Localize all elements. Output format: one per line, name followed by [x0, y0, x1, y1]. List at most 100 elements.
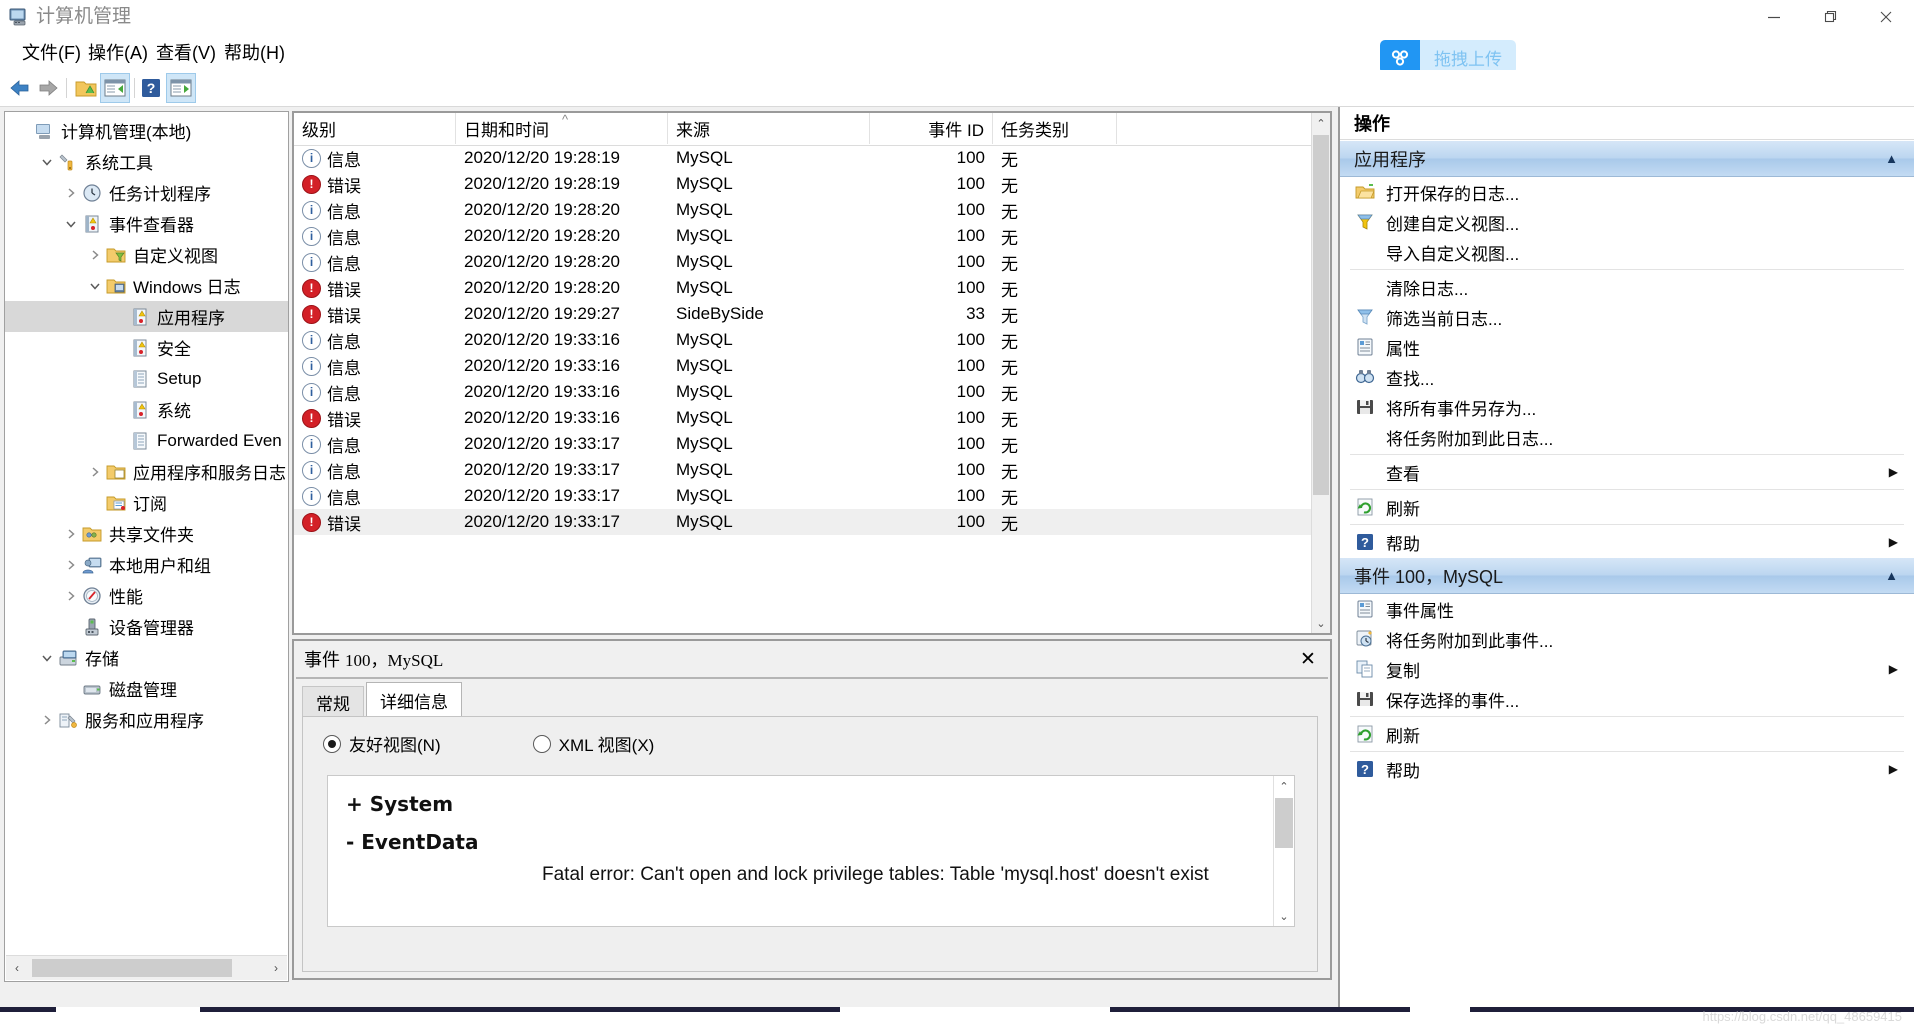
radio-xml-view[interactable]: XML 视图(X) [532, 731, 654, 756]
action-item-0-9[interactable]: 查看 ▶ [1340, 457, 1914, 487]
tree-node-13[interactable]: 共享文件夹 [5, 518, 288, 549]
minimize-button[interactable] [1746, 0, 1802, 34]
detail-close-button[interactable]: ✕ [1296, 647, 1320, 671]
action-item-0-4[interactable]: 筛选当前日志... [1340, 302, 1914, 332]
action-item-1-2[interactable]: 复制 ▶ [1340, 654, 1914, 684]
tree-node-15[interactable]: 性能 [5, 580, 288, 611]
chevron-right-icon[interactable] [61, 528, 81, 540]
table-row[interactable]: i 信息 2020/12/20 19:28:19 MySQL 100 无 [294, 145, 1316, 171]
action-item-1-1[interactable]: 将任务附加到此事件... [1340, 624, 1914, 654]
table-row[interactable]: i 信息 2020/12/20 19:33:17 MySQL 100 无 [294, 483, 1316, 509]
table-row[interactable]: ! 错误 2020/12/20 19:33:16 MySQL 100 无 [294, 405, 1316, 431]
xml-scroll-thumb[interactable] [1275, 798, 1293, 848]
close-button[interactable] [1858, 0, 1914, 34]
chevron-right-icon[interactable] [85, 466, 105, 478]
column-header-1[interactable]: 日期和时间 ^ [456, 113, 668, 144]
chevron-right-icon[interactable] [61, 590, 81, 602]
show-hide-console-tree-button[interactable] [100, 73, 130, 103]
xml-node-eventdata[interactable]: - EventData [346, 830, 478, 854]
xml-scroll-down-button[interactable]: ⌄ [1274, 906, 1294, 926]
table-row[interactable]: ! 错误 2020/12/20 19:28:20 MySQL 100 无 [294, 275, 1316, 301]
table-row[interactable]: i 信息 2020/12/20 19:28:20 MySQL 100 无 [294, 197, 1316, 223]
tree-node-2[interactable]: 任务计划程序 [5, 177, 288, 208]
table-row[interactable]: i 信息 2020/12/20 19:28:20 MySQL 100 无 [294, 249, 1316, 275]
tree-node-16[interactable]: 设备管理器 [5, 611, 288, 642]
tree-node-14[interactable]: 本地用户和组 [5, 549, 288, 580]
tree-node-3[interactable]: 事件查看器 [5, 208, 288, 239]
action-item-1-0[interactable]: 事件属性 [1340, 594, 1914, 624]
xml-scroll-up-button[interactable]: ⌃ [1274, 776, 1294, 796]
forward-button[interactable] [34, 73, 62, 103]
maximize-button[interactable] [1802, 0, 1858, 34]
show-hide-action-pane-button[interactable] [166, 73, 196, 103]
up-folder-button[interactable] [72, 73, 100, 103]
action-item-0-1[interactable]: 创建自定义视图... [1340, 207, 1914, 237]
tree-node-10[interactable]: Forwarded Even [5, 425, 288, 456]
tree-node-8[interactable]: Setup [5, 363, 288, 394]
xml-node-system[interactable]: + System [346, 792, 453, 816]
tree-node-12[interactable]: 订阅 [5, 487, 288, 518]
tree-scroll-left-button[interactable]: ‹ [6, 956, 28, 980]
actions-group-header-0[interactable]: 应用程序 ▲ [1340, 140, 1914, 177]
tree-node-4[interactable]: 自定义视图 [5, 239, 288, 270]
chevron-right-icon[interactable] [61, 559, 81, 571]
event-list-vertical-scrollbar[interactable]: ⌃ ⌄ [1311, 113, 1330, 633]
back-button[interactable] [6, 73, 34, 103]
table-row[interactable]: i 信息 2020/12/20 19:33:17 MySQL 100 无 [294, 431, 1316, 457]
table-row[interactable]: ! 错误 2020/12/20 19:28:19 MySQL 100 无 [294, 171, 1316, 197]
column-header-4[interactable]: 任务类别 [993, 113, 1117, 144]
action-item-0-11[interactable]: ? 帮助 ▶ [1340, 527, 1914, 557]
help-button[interactable]: ? [138, 73, 164, 103]
tree-node-6[interactable]: 应用程序 [5, 301, 288, 332]
action-item-0-3[interactable]: 清除日志... [1340, 272, 1914, 302]
table-row[interactable]: i 信息 2020/12/20 19:33:16 MySQL 100 无 [294, 379, 1316, 405]
action-item-0-2[interactable]: 导入自定义视图... [1340, 237, 1914, 267]
radio-friendly-view[interactable]: 友好视图(N) [323, 731, 441, 756]
chevron-right-icon[interactable] [61, 187, 81, 199]
tree-scroll-thumb[interactable] [32, 959, 232, 977]
chevron-down-icon[interactable] [61, 218, 81, 230]
menu-help[interactable]: 帮助(H) [212, 34, 297, 70]
action-item-0-10[interactable]: 刷新 [1340, 492, 1914, 522]
tree-node-9[interactable]: 系统 [5, 394, 288, 425]
list-scroll-down-button[interactable]: ⌄ [1312, 613, 1330, 633]
drag-upload-button[interactable]: 拖拽上传 [1380, 40, 1516, 74]
table-row[interactable]: ! 错误 2020/12/20 19:33:17 MySQL 100 无 [294, 509, 1316, 535]
table-row[interactable]: i 信息 2020/12/20 19:33:16 MySQL 100 无 [294, 353, 1316, 379]
table-row[interactable]: ! 错误 2020/12/20 19:29:27 SideBySide 33 无 [294, 301, 1316, 327]
action-item-0-7[interactable]: 将所有事件另存为... [1340, 392, 1914, 422]
collapse-caret-icon[interactable]: ▲ [1885, 151, 1898, 166]
tab-details[interactable]: 详细信息 [366, 682, 462, 717]
list-scroll-thumb[interactable] [1313, 135, 1329, 495]
table-row[interactable]: i 信息 2020/12/20 19:33:17 MySQL 100 无 [294, 457, 1316, 483]
tree-node-5[interactable]: Windows 日志 [5, 270, 288, 301]
column-header-2[interactable]: 来源 [668, 113, 870, 144]
tree-node-11[interactable]: 应用程序和服务日志 [5, 456, 288, 487]
tree-horizontal-scrollbar[interactable]: ‹ › [6, 955, 287, 980]
action-item-1-5[interactable]: ? 帮助 ▶ [1340, 754, 1914, 784]
chevron-right-icon[interactable] [37, 714, 57, 726]
table-row[interactable]: i 信息 2020/12/20 19:33:16 MySQL 100 无 [294, 327, 1316, 353]
chevron-down-icon[interactable] [37, 156, 57, 168]
column-header-0[interactable]: 级别 [294, 113, 456, 144]
action-item-1-4[interactable]: 刷新 [1340, 719, 1914, 749]
chevron-right-icon[interactable] [85, 249, 105, 261]
tree-node-7[interactable]: 安全 [5, 332, 288, 363]
actions-group-header-1[interactable]: 事件 100，MySQL ▲ [1340, 557, 1914, 594]
tree-node-17[interactable]: 存储 [5, 642, 288, 673]
table-row[interactable]: i 信息 2020/12/20 19:28:20 MySQL 100 无 [294, 223, 1316, 249]
action-item-0-6[interactable]: 查找... [1340, 362, 1914, 392]
tree-node-19[interactable]: 服务和应用程序 [5, 704, 288, 735]
action-item-0-0[interactable]: 打开保存的日志... [1340, 177, 1914, 207]
tree-node-0[interactable]: 计算机管理(本地) [5, 115, 288, 146]
collapse-caret-icon[interactable]: ▲ [1885, 568, 1898, 583]
tab-general[interactable]: 常规 [302, 686, 364, 717]
column-header-3[interactable]: 事件 ID [870, 113, 993, 144]
tree-node-1[interactable]: 系统工具 [5, 146, 288, 177]
action-item-0-8[interactable]: 将任务附加到此日志... [1340, 422, 1914, 452]
chevron-down-icon[interactable] [85, 280, 105, 292]
action-item-0-5[interactable]: 属性 [1340, 332, 1914, 362]
tree-node-18[interactable]: 磁盘管理 [5, 673, 288, 704]
chevron-down-icon[interactable] [37, 652, 57, 664]
action-item-1-3[interactable]: 保存选择的事件... [1340, 684, 1914, 714]
